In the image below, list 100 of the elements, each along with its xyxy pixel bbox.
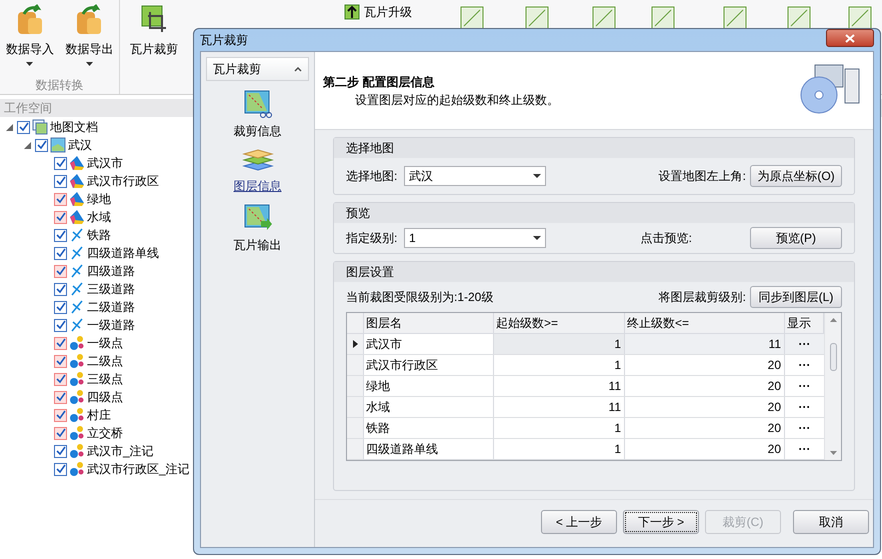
column-header[interactable]: 起始级数>= (494, 313, 625, 333)
toolbar-icon[interactable] (848, 6, 872, 30)
point-layer-icon (69, 389, 85, 405)
ellipsis-button[interactable]: ··· (785, 376, 824, 396)
checkbox[interactable] (54, 444, 67, 458)
ribbon-button[interactable]: 数据导入 (0, 0, 60, 76)
toolbar-icon[interactable] (723, 6, 747, 30)
checkbox[interactable] (54, 318, 67, 332)
tree-item-label[interactable]: 四级道路 (87, 262, 135, 280)
checkbox[interactable] (54, 282, 67, 296)
dialog-button[interactable]: 预览(P) (750, 227, 842, 249)
map-document-icon (32, 119, 48, 135)
tree-item-label[interactable]: 武汉市行政区_注记 (87, 460, 190, 478)
table-row[interactable]: 武汉市 1 11 ··· (347, 334, 824, 355)
polygon-layer-icon (69, 173, 85, 189)
tree-item-label[interactable]: 武汉 (68, 136, 92, 154)
scroll-up-icon[interactable] (830, 318, 836, 322)
table-row[interactable]: 武汉市行政区 1 20 ··· (347, 355, 824, 376)
nav-item[interactable]: 裁剪信息 (234, 122, 282, 140)
scrollbar[interactable] (824, 313, 841, 460)
checkbox[interactable] (54, 192, 67, 206)
upgrade-arrow-icon (344, 4, 360, 20)
toolbar-icon[interactable] (525, 6, 549, 30)
checkbox[interactable] (54, 264, 67, 278)
tree-item-label[interactable]: 一级道路 (87, 316, 135, 334)
table-cell: 1 (494, 439, 625, 459)
checkbox[interactable] (54, 300, 67, 314)
dialog-button[interactable]: 同步到图层(L) (750, 286, 842, 308)
window-title: 瓦片裁剪 (200, 32, 248, 49)
checkbox[interactable] (54, 426, 67, 440)
tree-item-label[interactable]: 三级道路 (87, 280, 135, 298)
checkbox[interactable] (17, 120, 30, 134)
table-row[interactable]: 水域 11 20 ··· (347, 397, 824, 418)
field-label: 将图层裁剪级别: (658, 289, 746, 306)
table-row[interactable]: 铁路 1 20 ··· (347, 418, 824, 439)
checkbox[interactable] (54, 156, 67, 170)
checkbox[interactable] (54, 228, 67, 242)
ellipsis-button[interactable]: ··· (785, 439, 824, 459)
close-button[interactable] (826, 29, 874, 47)
nav-item[interactable]: 瓦片输出 (234, 236, 282, 254)
checkbox[interactable] (54, 174, 67, 188)
tree-item-label[interactable]: 立交桥 (87, 424, 123, 442)
ellipsis-button[interactable]: ··· (785, 334, 824, 354)
scrollbar-thumb[interactable] (830, 342, 836, 370)
map-crop-icon (140, 4, 168, 32)
tree-item-label[interactable]: 水域 (87, 208, 111, 226)
table-row[interactable]: 四级道路单线 1 20 ··· (347, 439, 824, 460)
tree-item-label[interactable]: 三级点 (87, 370, 123, 388)
tree-item-label[interactable]: 武汉市_注记 (87, 442, 154, 460)
checkbox[interactable] (54, 246, 67, 260)
wizard-button[interactable]: < 上一步 (541, 510, 617, 534)
ribbon-button[interactable]: 瓦片裁剪 (124, 0, 184, 60)
column-header[interactable]: 图层名 (364, 313, 494, 333)
tree-item-label[interactable]: 武汉市 (87, 154, 123, 172)
polygon-layer-icon (69, 191, 85, 207)
ellipsis-button[interactable]: ··· (785, 355, 824, 375)
polygon-layer-icon (69, 155, 85, 171)
checkbox[interactable] (54, 336, 67, 350)
toolbar-icon[interactable] (460, 6, 484, 30)
toolbar-icon[interactable] (787, 6, 811, 30)
ribbon-button[interactable]: 数据导出 (60, 0, 119, 76)
dropdown-field[interactable]: 武汉 (404, 166, 546, 186)
tree-item-label[interactable]: 铁路 (87, 226, 111, 244)
tree-item-label[interactable]: 武汉市行政区 (87, 172, 159, 190)
expand-triangle-icon[interactable] (24, 142, 31, 148)
nav-item[interactable]: 图层信息 (234, 177, 282, 195)
checkbox[interactable] (54, 210, 67, 224)
checkbox[interactable] (54, 390, 67, 404)
table-cell: 11 (494, 376, 625, 396)
checkbox[interactable] (54, 372, 67, 386)
checkbox[interactable] (54, 408, 67, 422)
ellipsis-button[interactable]: ··· (785, 418, 824, 438)
field-label: 点击预览: (640, 230, 692, 247)
tree-item-label[interactable]: 一级点 (87, 334, 123, 352)
ribbon-button[interactable]: 瓦片升级 (364, 3, 412, 21)
tree-item-label[interactable]: 四级点 (87, 388, 123, 406)
column-header[interactable]: 终止级数<= (625, 313, 785, 333)
tree-item-label[interactable]: 二级道路 (87, 298, 135, 316)
tree-item-label[interactable]: 绿地 (87, 190, 111, 208)
table-row[interactable]: 绿地 11 20 ··· (347, 376, 824, 397)
checkbox[interactable] (35, 138, 48, 152)
scroll-down-icon[interactable] (830, 451, 836, 455)
tree-item-label[interactable]: 村庄 (87, 406, 111, 424)
checkbox[interactable] (54, 462, 67, 476)
nav-header[interactable]: 瓦片裁剪 (206, 57, 309, 81)
wizard-button[interactable]: 下一步 > (623, 510, 699, 534)
group-title: 选择地图 (334, 138, 854, 158)
tree-item-label[interactable]: 二级点 (87, 352, 123, 370)
checkbox[interactable] (54, 354, 67, 368)
wizard-button[interactable]: 取消 (793, 510, 869, 534)
toolbar-icon[interactable] (651, 6, 675, 30)
dropdown-field[interactable]: 1 (404, 228, 546, 248)
point-layer-icon (69, 407, 85, 423)
tree-item-label[interactable]: 四级道路单线 (87, 244, 159, 262)
expand-triangle-icon[interactable] (6, 124, 13, 130)
toolbar-icon[interactable] (592, 6, 616, 30)
ellipsis-button[interactable]: ··· (785, 397, 824, 417)
dialog-button[interactable]: 为原点坐标(O) (750, 165, 842, 187)
polygon-layer-icon (69, 209, 85, 225)
tree-item-label[interactable]: 地图文档 (50, 118, 98, 136)
